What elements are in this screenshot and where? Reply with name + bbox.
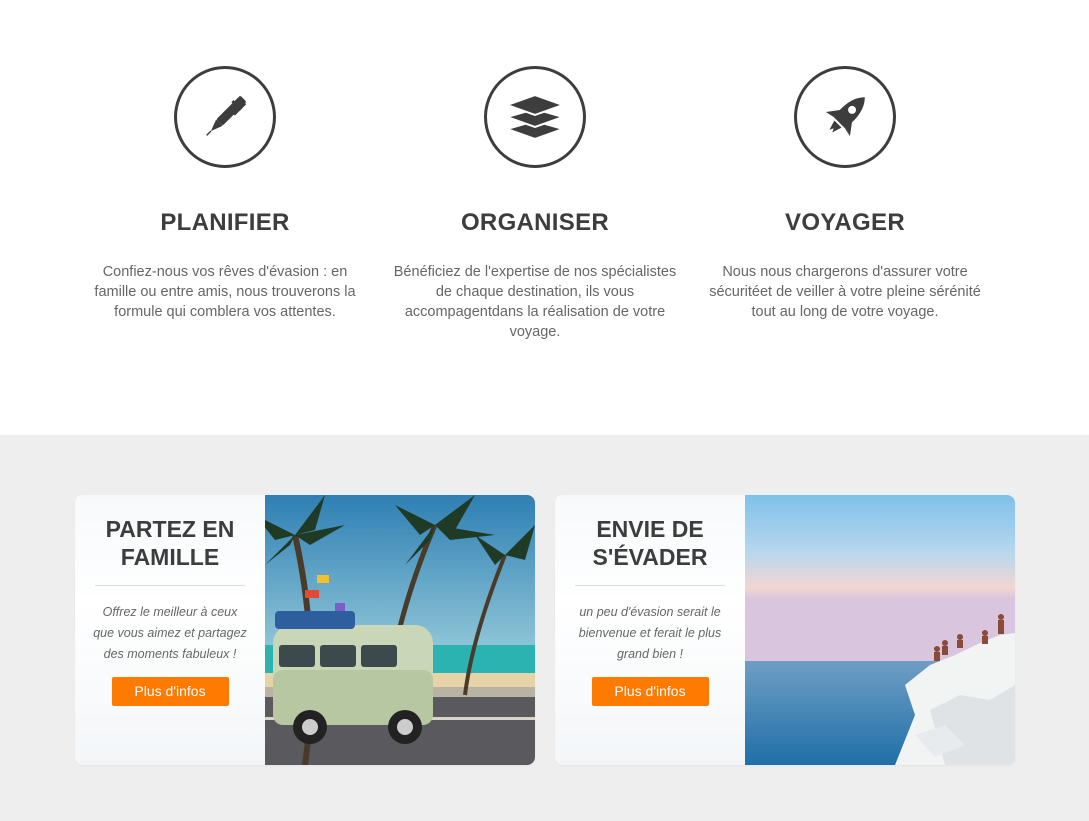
feature-title: ORGANISER	[460, 209, 610, 236]
feature-voyager: VOYAGER Nous nous chargerons d'assurer v…	[700, 66, 990, 322]
promo-card-famille: PARTEZ EN FAMILLE Offrez le meilleur à c…	[75, 495, 535, 765]
promo-card-description: un peu d'évasion serait le bienvenue et …	[578, 605, 722, 661]
divider	[95, 585, 245, 586]
feature-text: Nous nous chargerons d'assurer votre séc…	[709, 264, 981, 320]
promo-section: PARTEZ EN FAMILLE Offrez le meilleur à c…	[0, 435, 1089, 821]
feature-organiser: ORGANISER Bénéficiez de l'expertise de n…	[390, 66, 680, 342]
feature-text: Bénéficiez de l'expertise de nos spécial…	[393, 264, 677, 340]
promo-card-title: PARTEZ EN FAMILLE	[105, 516, 235, 570]
rocket-icon	[794, 66, 896, 168]
divider	[575, 585, 725, 586]
promo-card-evader: ENVIE DE S'ÉVADER un peu d'évasion serai…	[555, 495, 1015, 765]
pen-icon	[174, 66, 276, 168]
white-cliff-sea-photo	[745, 495, 1015, 765]
feature-title: PLANIFIER	[160, 209, 290, 236]
features-section: PLANIFIER Confiez-nous vos rêves d'évasi…	[0, 0, 1089, 435]
promo-card-text: PARTEZ EN FAMILLE Offrez le meilleur à c…	[75, 495, 265, 765]
feature-text: Confiez-nous vos rêves d'évasion : en fa…	[94, 264, 356, 320]
more-info-button[interactable]: Plus d'infos	[591, 677, 709, 706]
van-beach-palms-photo	[265, 495, 535, 765]
promo-card-text: ENVIE DE S'ÉVADER un peu d'évasion serai…	[555, 495, 745, 765]
more-info-button[interactable]: Plus d'infos	[111, 677, 229, 706]
feature-planifier: PLANIFIER Confiez-nous vos rêves d'évasi…	[80, 66, 370, 322]
layers-icon	[484, 66, 586, 168]
promo-card-title: ENVIE DE S'ÉVADER	[592, 516, 708, 570]
feature-title: VOYAGER	[785, 209, 905, 236]
promo-card-description: Offrez le meilleur à ceux que vous aimez…	[93, 605, 247, 661]
